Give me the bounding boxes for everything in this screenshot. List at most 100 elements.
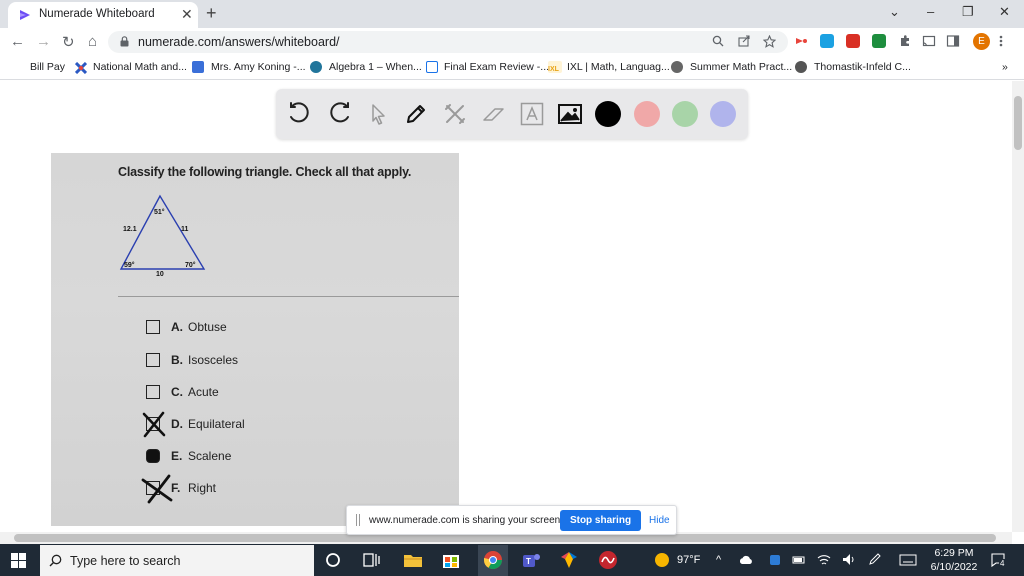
search-placeholder: Type here to search: [70, 554, 181, 568]
option-letter-c: C.: [171, 385, 183, 399]
cortana-icon[interactable]: [322, 549, 344, 571]
extension-record-icon[interactable]: [794, 34, 808, 48]
teams-icon[interactable]: T: [520, 549, 542, 571]
share-message: www.numerade.com is sharing your screen.: [369, 515, 563, 526]
bookmark-algebra-1[interactable]: Algebra 1 – When...: [329, 61, 422, 73]
checkbox-isosceles[interactable]: [146, 353, 160, 367]
pen-menu-icon[interactable]: [868, 553, 882, 566]
microsoft-store-icon[interactable]: [440, 549, 462, 571]
forward-button[interactable]: →: [36, 33, 51, 50]
cast-icon[interactable]: [922, 34, 936, 48]
text-icon[interactable]: [519, 101, 545, 127]
file-explorer-icon[interactable]: [402, 549, 424, 571]
side-panel-icon[interactable]: [946, 34, 960, 48]
checkbox-obtuse[interactable]: [146, 320, 160, 334]
tab-close-icon[interactable]: ✕: [181, 6, 193, 23]
volume-icon[interactable]: [842, 553, 856, 566]
question-text: Classify the following triangle. Check a…: [118, 165, 412, 179]
stop-sharing-button[interactable]: Stop sharing: [560, 510, 641, 531]
svg-text:T: T: [526, 557, 531, 566]
option-letter-d: D.: [171, 417, 183, 431]
tab-search-icon[interactable]: ⌄: [889, 4, 900, 20]
wifi-icon[interactable]: [817, 553, 831, 566]
extension-cloud-icon[interactable]: [820, 34, 834, 48]
bookmark-star-icon[interactable]: [763, 35, 776, 48]
taskbar-search-box[interactable]: Type here to search: [40, 545, 314, 576]
wordpress-icon: [310, 61, 322, 73]
share-icon[interactable]: [738, 35, 751, 47]
summer-math-icon: [671, 61, 683, 73]
bookmark-thomastik[interactable]: Thomastik-Infeld C...: [814, 61, 911, 73]
close-window-button[interactable]: ✕: [999, 4, 1010, 20]
svg-text:IXL: IXL: [548, 66, 560, 73]
profile-avatar[interactable]: E: [973, 33, 990, 50]
select-icon[interactable]: [365, 101, 391, 127]
triangle-left-side: 12.1: [123, 226, 137, 233]
bookmarks-more-button[interactable]: »: [1002, 61, 1008, 73]
address-bar[interactable]: numerade.com/answers/whiteboard/: [108, 31, 788, 53]
color-lavender-swatch[interactable]: [710, 101, 736, 127]
notification-count-badge: 4: [999, 559, 1006, 568]
new-tab-button[interactable]: +: [206, 3, 217, 24]
keyboard-icon[interactable]: [899, 553, 917, 566]
taskbar-clock[interactable]: 6:29 PM 6/10/2022: [930, 546, 978, 574]
worksheet-divider: [118, 296, 459, 297]
onedrive-cloud-icon[interactable]: [739, 555, 753, 565]
tab-numerade-whiteboard[interactable]: Numerade Whiteboard ✕: [8, 2, 198, 28]
color-green-swatch[interactable]: [672, 101, 698, 127]
bookmark-national-math[interactable]: National Math and...: [93, 61, 187, 73]
image-icon[interactable]: [557, 101, 583, 127]
chrome-icon[interactable]: [482, 549, 504, 571]
cross-mark-icon: [142, 411, 166, 438]
hide-button[interactable]: Hide: [649, 515, 670, 526]
bookmark-amy-koning[interactable]: Mrs. Amy Koning -...: [211, 61, 306, 73]
color-pink-swatch[interactable]: [634, 101, 660, 127]
globe-icon: [795, 61, 807, 73]
tray-app-icon[interactable]: [769, 554, 781, 566]
battery-icon[interactable]: [792, 554, 806, 566]
triangle-right-side: 11: [181, 226, 189, 233]
tools-icon[interactable]: [442, 101, 468, 127]
reload-button[interactable]: ↻: [62, 33, 75, 51]
horizontal-scroll-thumb[interactable]: [14, 534, 996, 542]
show-hidden-icons-icon[interactable]: ^: [716, 554, 721, 566]
tab-strip: Numerade Whiteboard ✕ + ⌄ – ❐ ✕: [0, 0, 1024, 28]
undo-icon[interactable]: [287, 101, 313, 127]
weather-sun-icon[interactable]: [654, 552, 670, 568]
drag-handle-icon[interactable]: [356, 514, 360, 526]
redo-icon[interactable]: [326, 101, 352, 127]
checkbox-acute[interactable]: [146, 385, 160, 399]
checkbox-scalene[interactable]: [146, 449, 160, 463]
cross-mark-icon: [141, 474, 173, 504]
zoom-icon[interactable]: [712, 35, 724, 47]
bookmark-ixl[interactable]: IXL | Math, Languag...: [567, 61, 670, 73]
home-button[interactable]: ⌂: [88, 33, 97, 50]
bookmark-summer-math[interactable]: Summer Math Pract...: [690, 61, 792, 73]
lock-icon: [120, 36, 129, 47]
extension-check-icon[interactable]: [872, 34, 886, 48]
option-letter-f: F.: [171, 481, 181, 495]
extension-pdf-icon[interactable]: [846, 34, 860, 48]
vertical-scroll-thumb[interactable]: [1014, 96, 1022, 150]
bookmark-bill-pay[interactable]: Bill Pay: [30, 61, 65, 73]
search-icon: [49, 554, 62, 567]
numerade-logo-icon: [20, 10, 30, 20]
calendar-icon: [192, 61, 204, 73]
bookmark-final-exam[interactable]: Final Exam Review -...: [444, 61, 549, 73]
eraser-icon[interactable]: [481, 101, 507, 127]
paint-app-icon[interactable]: [558, 549, 580, 571]
minimize-button[interactable]: –: [927, 4, 934, 19]
color-black-swatch[interactable]: [595, 101, 621, 127]
app-red-icon[interactable]: [597, 549, 619, 571]
url-text: numerade.com/answers/whiteboard/: [138, 35, 340, 49]
windows-start-icon[interactable]: [11, 553, 26, 568]
restore-button[interactable]: ❐: [962, 4, 974, 20]
extensions-puzzle-icon[interactable]: [898, 34, 912, 48]
weather-temp[interactable]: 97°F: [677, 554, 700, 566]
option-letter-e: E.: [171, 449, 183, 463]
pen-icon[interactable]: [403, 101, 429, 127]
task-view-icon[interactable]: [360, 549, 382, 571]
menu-kebab-icon[interactable]: [998, 34, 1004, 48]
triangle-base: 10: [156, 271, 164, 278]
back-button[interactable]: ←: [10, 33, 25, 50]
